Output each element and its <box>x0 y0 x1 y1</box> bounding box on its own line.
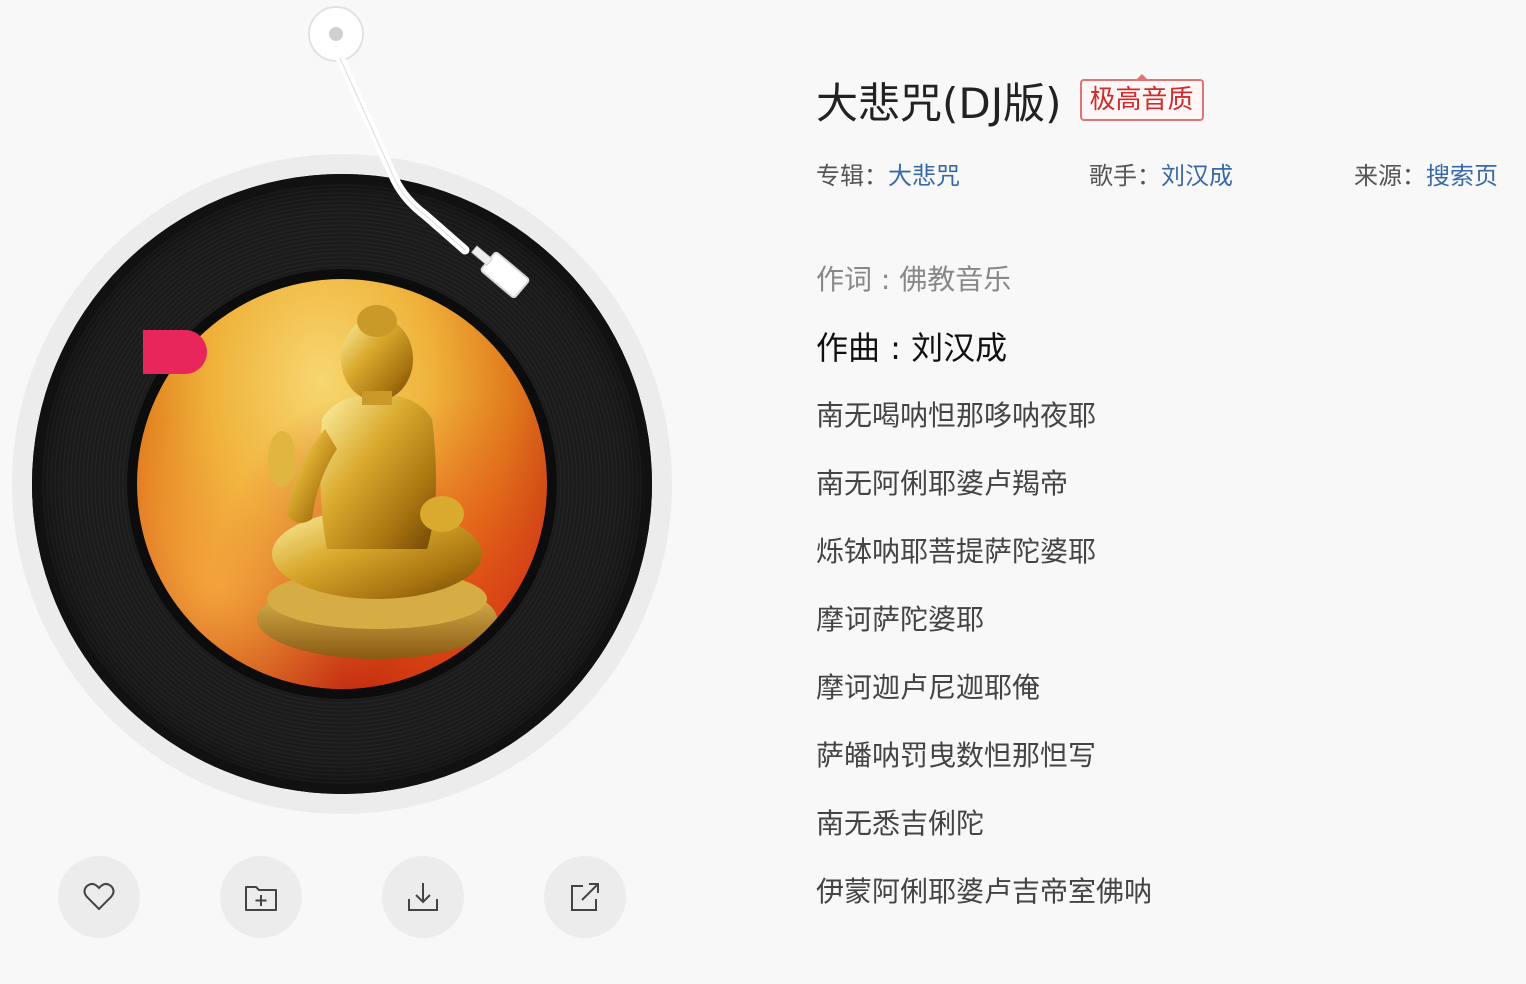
lyric-line: 摩诃迦卢尼迦耶俺 <box>816 671 1041 704</box>
folder-add-icon <box>245 886 277 911</box>
artist-meta: 歌手：刘汉成 <box>1089 156 1233 191</box>
lyric-line: 萨皤呐罚曳数怛那怛写 <box>816 739 1097 772</box>
lyric-line: 南无阿俐耶婆卢羯帝 <box>816 467 1069 500</box>
like-button[interactable] <box>58 856 140 938</box>
title-row: 大悲咒(DJ版) 极高音质 <box>816 70 1516 130</box>
album-meta: 专辑：大悲咒 <box>816 156 960 191</box>
source-label: 来源： <box>1354 162 1426 190</box>
album-link[interactable]: 大悲咒 <box>888 162 960 190</box>
heart-icon <box>83 882 115 911</box>
add-to-playlist-button[interactable] <box>220 856 302 938</box>
source-meta: 来源：搜索页 <box>1354 156 1498 191</box>
album-label: 专辑： <box>816 162 888 190</box>
lyrics-panel[interactable]: 作词 : 佛教音乐 作曲 : 刘汉成 南无喝呐怛那哆呐夜耶 南无阿俐耶婆卢羯帝 … <box>816 260 1516 940</box>
turntable <box>0 0 700 984</box>
song-info: 大悲咒(DJ版) 极高音质 专辑：大悲咒 歌手：刘汉成 来源：搜索页 作词 : … <box>816 70 1516 909</box>
artist-label: 歌手： <box>1089 162 1161 190</box>
lyric-line: 伊蒙阿俐耶婆卢吉帝室佛呐 <box>816 875 1153 908</box>
meta-row: 专辑：大悲咒 歌手：刘汉成 来源：搜索页 <box>816 156 1516 190</box>
source-link[interactable]: 搜索页 <box>1426 162 1498 190</box>
corner-badge <box>143 330 207 374</box>
action-bar <box>58 856 628 938</box>
tonearm <box>308 6 530 299</box>
quality-badge[interactable]: 极高音质 <box>1079 79 1204 121</box>
artist-link[interactable]: 刘汉成 <box>1161 162 1233 190</box>
share-icon <box>571 883 599 911</box>
download-icon <box>408 883 438 911</box>
download-button[interactable] <box>382 856 464 938</box>
lyric-line: 烁钵呐耶菩提萨陀婆耶 <box>816 535 1097 568</box>
lyric-line: 南无悉吉俐陀 <box>816 807 985 840</box>
lyric-line-active: 作曲 : 刘汉成 <box>816 329 1008 367</box>
lyric-line: 作词 : 佛教音乐 <box>816 263 1012 296</box>
lyric-line: 摩诃萨陀婆耶 <box>816 603 985 636</box>
song-title: 大悲咒(DJ版) <box>816 78 1062 128</box>
share-button[interactable] <box>544 856 626 938</box>
lyric-line: 南无喝呐怛那哆呐夜耶 <box>816 399 1097 432</box>
buddha-figure <box>257 305 497 659</box>
